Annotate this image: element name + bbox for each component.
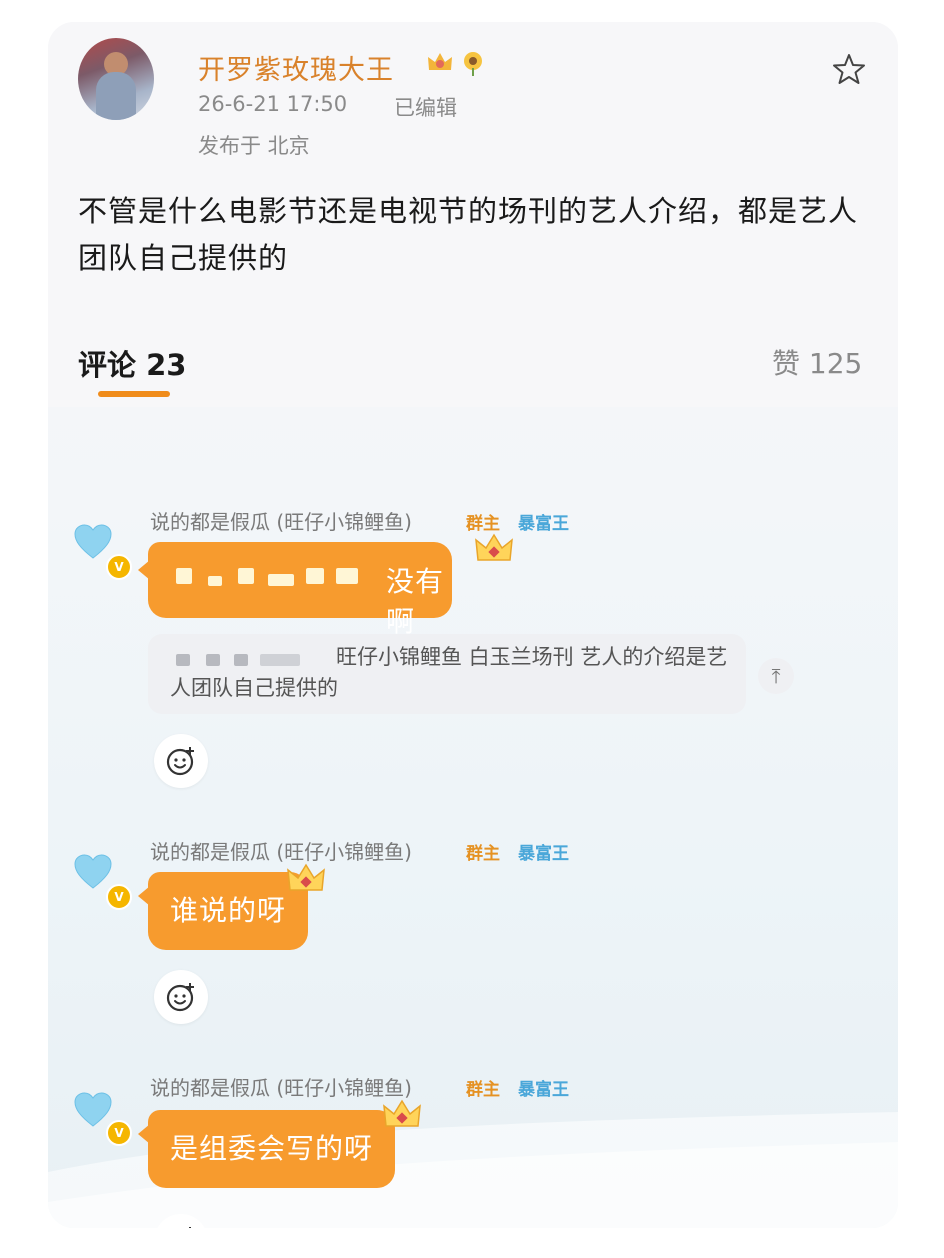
- heart-icon: [74, 1092, 112, 1127]
- owner-tag: 群主: [466, 844, 500, 864]
- blurred-text: [268, 574, 294, 586]
- crown-icon: [383, 1099, 421, 1127]
- blurred-text: [306, 568, 324, 584]
- emoji-add-icon: [166, 747, 194, 776]
- blurred-text: [176, 568, 192, 584]
- owner-tag: 群主: [466, 1080, 500, 1100]
- blurred-text: [238, 568, 254, 584]
- post-content: 不管是什么电影节还是电视节的场刊的艺人介绍，都是艺人团队自己提供的: [78, 194, 859, 275]
- add-reaction-button[interactable]: [154, 734, 208, 788]
- post-time: 26-6-21 17:50: [198, 92, 348, 116]
- message-text: 谁说的呀: [170, 894, 287, 927]
- blurred-text: [208, 576, 222, 586]
- sender-name[interactable]: 说的都是假瓜 (旺仔小锦鲤鱼): [150, 506, 412, 535]
- add-reaction-button[interactable]: [154, 970, 208, 1024]
- sunflower-badge-icon: [464, 52, 482, 76]
- scroll-top-icon[interactable]: ⤒: [758, 658, 794, 694]
- tab-comments[interactable]: 评论 23: [78, 342, 186, 384]
- message-bubble[interactable]: 没有啊: [148, 542, 452, 638]
- rich-tag: 暴富王: [518, 514, 569, 534]
- owner-tag: 群主: [466, 514, 500, 534]
- heart-icon: [74, 854, 112, 889]
- sender-name[interactable]: 说的都是假瓜 (旺仔小锦鲤鱼): [150, 836, 412, 865]
- sender-name[interactable]: 说的都是假瓜 (旺仔小锦鲤鱼): [150, 1072, 412, 1101]
- message-text: 没有啊: [386, 565, 445, 638]
- author-avatar[interactable]: [78, 38, 154, 120]
- verified-icon: V: [106, 554, 132, 580]
- star-icon[interactable]: [832, 52, 866, 86]
- emoji-add-icon: [166, 983, 194, 1012]
- tab-active-indicator: [98, 391, 170, 397]
- message-text: 是组委会写的呀: [170, 1132, 374, 1165]
- post-card: 开罗紫玫瑰大王 26-6-21 17:50 已编辑 发布于 北京 不管是什么电影…: [48, 22, 898, 407]
- likes-count[interactable]: 赞 125: [772, 342, 862, 382]
- verified-icon: V: [106, 884, 132, 910]
- message-bubble[interactable]: 是组委会写的呀: [148, 1110, 396, 1188]
- crown-badge-icon: [428, 53, 452, 70]
- blurred-text: [336, 568, 358, 584]
- quoted-reply[interactable]: 旺仔小锦鲤鱼 白玉兰场刊 艺人的介绍是艺人团队自己提供的: [148, 634, 746, 714]
- crown-icon: [475, 533, 513, 561]
- message-bubble[interactable]: 谁说的呀: [148, 872, 309, 950]
- quote-text: 旺仔小锦鲤鱼 白玉兰场刊 艺人的介绍是艺人团队自己提供的: [170, 645, 728, 700]
- author-name[interactable]: 开罗紫玫瑰大王: [198, 48, 394, 87]
- post-location: 发布于 北京: [198, 134, 310, 158]
- edited-label: 已编辑: [394, 96, 457, 120]
- rich-tag: 暴富王: [518, 1080, 569, 1100]
- heart-icon: [74, 524, 112, 559]
- rich-tag: 暴富王: [518, 844, 569, 864]
- verified-icon: V: [106, 1120, 132, 1146]
- screenshot-frame: 开罗紫玫瑰大王 26-6-21 17:50 已编辑 发布于 北京 不管是什么电影…: [48, 22, 898, 1228]
- crown-icon: [287, 863, 325, 891]
